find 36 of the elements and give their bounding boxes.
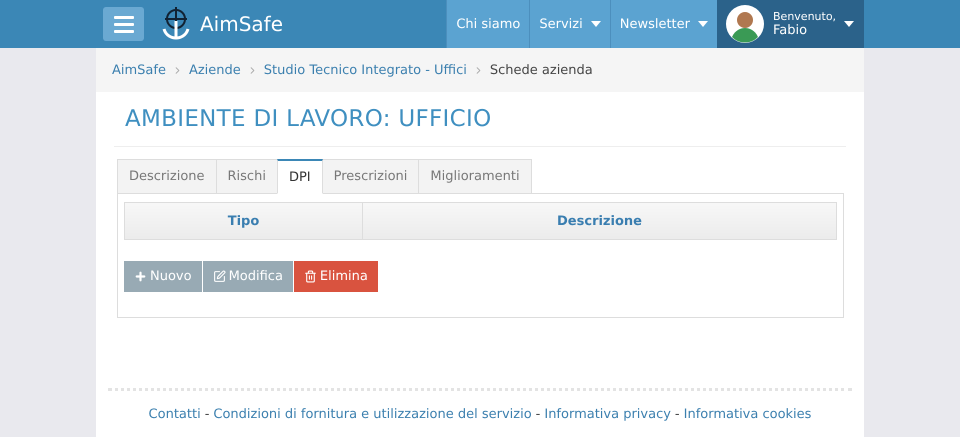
caret-icon: [844, 21, 854, 27]
breadcrumb-link[interactable]: Studio Tecnico Integrato - Uffici: [264, 62, 467, 78]
nav-link[interactable]: Chi siamo: [446, 0, 530, 48]
column-header: Tipo: [226, 212, 260, 230]
anchor-icon: [160, 7, 192, 41]
edit-button[interactable]: Modifica: [202, 261, 293, 292]
menu-button[interactable]: [103, 7, 144, 41]
user-menu[interactable]: Benvenuto, Fabio: [717, 0, 864, 48]
breadcrumb-link[interactable]: Schede azienda: [490, 62, 593, 78]
footer-link[interactable]: Informativa privacy: [544, 406, 671, 422]
tab[interactable]: Rischi: [216, 159, 278, 194]
delete-button[interactable]: Elimina: [294, 261, 378, 292]
brand-link[interactable]: AimSafe: [160, 7, 284, 41]
tab[interactable]: Miglioramenti: [418, 159, 532, 194]
separator-text: -: [204, 406, 210, 422]
trash-icon: [304, 270, 317, 283]
tab[interactable]: Prescrizioni: [322, 159, 420, 194]
separator-text: -: [674, 406, 680, 422]
edit-icon: [212, 270, 226, 283]
column-header: Descrizione: [362, 203, 836, 239]
tab[interactable]: DPI: [276, 159, 323, 194]
nav-link[interactable]: Servizi: [529, 0, 610, 48]
breadcrumb-link[interactable]: AimSafe: [112, 62, 166, 78]
footer-link[interactable]: Informativa cookies: [684, 406, 812, 422]
caret-icon: [590, 21, 601, 27]
plus-icon: [134, 270, 147, 283]
footer-link[interactable]: Contatti: [148, 406, 201, 422]
footer-link[interactable]: Condizioni di fornitura e utilizzazione del servizio: [213, 406, 532, 422]
avatar-icon: [725, 4, 765, 44]
separator-text: -: [536, 406, 540, 422]
new-button[interactable]: Nuovo: [124, 261, 202, 292]
breadcrumb-link[interactable]: Aziende: [188, 62, 241, 78]
page-title: AMBIENTE DI LAVORO: UFFICIO: [125, 106, 492, 132]
tab[interactable]: Descrizione: [117, 159, 217, 194]
nav-link[interactable]: Newsletter: [610, 0, 717, 48]
caret-icon: [698, 21, 708, 27]
